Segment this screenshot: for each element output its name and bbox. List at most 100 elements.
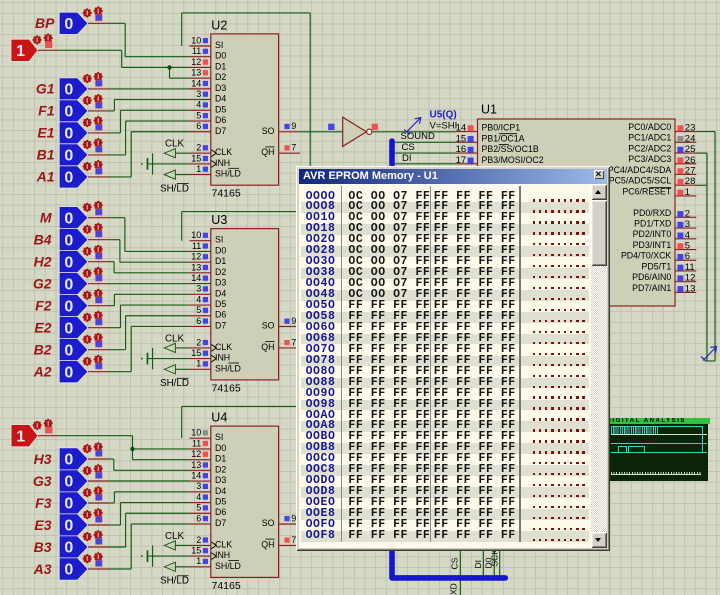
svg-text:U1: U1 bbox=[481, 103, 497, 117]
svg-text:24: 24 bbox=[685, 133, 696, 144]
svg-text:13: 13 bbox=[191, 460, 201, 470]
svg-text:3: 3 bbox=[685, 219, 690, 230]
svg-text:D5: D5 bbox=[215, 497, 226, 507]
svg-text:27: 27 bbox=[685, 165, 696, 176]
svg-text:6: 6 bbox=[196, 316, 201, 326]
svg-text:13: 13 bbox=[191, 68, 201, 78]
svg-text:H2: H2 bbox=[34, 254, 52, 270]
svg-text:0: 0 bbox=[64, 342, 73, 359]
svg-text:1: 1 bbox=[16, 43, 25, 60]
svg-text:25: 25 bbox=[685, 144, 696, 155]
svg-text:14: 14 bbox=[191, 78, 201, 88]
svg-text:B4: B4 bbox=[34, 232, 52, 248]
svg-text:0: 0 bbox=[64, 276, 73, 293]
svg-text:SH/LD: SH/LD bbox=[160, 576, 189, 587]
svg-text:3: 3 bbox=[196, 89, 201, 99]
svg-text:SH/LD: SH/LD bbox=[160, 183, 189, 194]
svg-text:QH: QH bbox=[261, 147, 274, 157]
svg-text:0: 0 bbox=[64, 562, 73, 579]
svg-text:0: 0 bbox=[64, 254, 73, 271]
svg-text:15: 15 bbox=[191, 546, 201, 556]
svg-text:PC3/ADC3: PC3/ADC3 bbox=[628, 154, 671, 164]
svg-text:PD6/AIN0: PD6/AIN0 bbox=[632, 272, 671, 282]
svg-text:0: 0 bbox=[64, 496, 73, 513]
svg-text:74165: 74165 bbox=[212, 188, 241, 200]
svg-text:3: 3 bbox=[196, 284, 201, 294]
svg-text:23: 23 bbox=[685, 123, 696, 134]
svg-text:M: M bbox=[40, 210, 52, 226]
svg-text:PB3/MOSI/OC2: PB3/MOSI/OC2 bbox=[482, 155, 544, 165]
svg-text:6: 6 bbox=[196, 513, 201, 523]
svg-text:15: 15 bbox=[191, 153, 201, 163]
svg-text:17: 17 bbox=[456, 155, 467, 166]
svg-text:12: 12 bbox=[191, 449, 201, 459]
svg-text:CS: CS bbox=[402, 142, 415, 153]
svg-text:6: 6 bbox=[196, 121, 201, 131]
svg-text:74165: 74165 bbox=[212, 382, 241, 394]
svg-text:12: 12 bbox=[685, 273, 696, 284]
svg-text:26: 26 bbox=[685, 155, 696, 166]
svg-text:0: 0 bbox=[64, 82, 73, 99]
svg-text:11: 11 bbox=[192, 438, 201, 448]
svg-text:1: 1 bbox=[16, 428, 25, 445]
svg-text:SOUND: SOUND bbox=[401, 131, 435, 142]
svg-text:F3: F3 bbox=[35, 495, 52, 511]
svg-text:A2: A2 bbox=[33, 364, 52, 380]
svg-text:D7: D7 bbox=[215, 126, 226, 136]
svg-text:D0: D0 bbox=[215, 443, 226, 453]
svg-text:D3: D3 bbox=[215, 278, 226, 288]
svg-text:PD3/INT1: PD3/INT1 bbox=[633, 240, 672, 250]
svg-text:2: 2 bbox=[196, 535, 201, 545]
svg-text:0: 0 bbox=[64, 170, 73, 187]
svg-text:0: 0 bbox=[64, 298, 73, 315]
svg-text:U2: U2 bbox=[211, 18, 227, 32]
svg-text:INH: INH bbox=[215, 158, 230, 168]
svg-text:DI: DI bbox=[473, 560, 483, 569]
svg-text:CLK: CLK bbox=[215, 539, 232, 549]
svg-text:14: 14 bbox=[191, 273, 201, 283]
svg-text:D4: D4 bbox=[215, 486, 226, 496]
svg-text:D5: D5 bbox=[215, 104, 226, 114]
svg-text:PD1/TXD: PD1/TXD bbox=[634, 218, 671, 228]
svg-text:E3: E3 bbox=[34, 517, 51, 533]
svg-text:9: 9 bbox=[291, 121, 296, 131]
svg-text:SO: SO bbox=[262, 321, 275, 331]
svg-text:D5: D5 bbox=[215, 299, 226, 309]
svg-text:11: 11 bbox=[192, 46, 201, 56]
svg-text:0: 0 bbox=[64, 210, 73, 227]
svg-text:PC1/ADC1: PC1/ADC1 bbox=[628, 133, 671, 143]
svg-text:F1: F1 bbox=[38, 103, 55, 119]
svg-text:13: 13 bbox=[685, 283, 696, 294]
svg-text:B2: B2 bbox=[34, 342, 52, 358]
svg-text:D3: D3 bbox=[215, 475, 226, 485]
svg-text:G3: G3 bbox=[33, 473, 52, 489]
svg-text:U4: U4 bbox=[211, 411, 227, 425]
svg-text:D4: D4 bbox=[215, 288, 226, 298]
svg-text:2: 2 bbox=[196, 143, 201, 153]
svg-text:12: 12 bbox=[191, 252, 201, 262]
svg-text:13: 13 bbox=[191, 262, 201, 272]
svg-text:0: 0 bbox=[64, 232, 73, 249]
svg-text:D0: D0 bbox=[215, 245, 226, 255]
svg-text:D6: D6 bbox=[215, 310, 226, 320]
svg-text:10: 10 bbox=[191, 230, 201, 240]
svg-text:3: 3 bbox=[196, 481, 201, 491]
svg-text:PC0/ADC0: PC0/ADC0 bbox=[628, 122, 671, 132]
svg-text:SH/LD: SH/LD bbox=[160, 378, 189, 389]
svg-text:0: 0 bbox=[64, 540, 73, 557]
svg-text:CS: CS bbox=[450, 557, 460, 569]
svg-text:D4: D4 bbox=[215, 94, 226, 104]
svg-text:PD5/T1: PD5/T1 bbox=[641, 261, 671, 271]
svg-text:XD: XD bbox=[449, 583, 459, 595]
svg-text:U3: U3 bbox=[211, 213, 227, 227]
svg-text:2: 2 bbox=[685, 208, 690, 219]
svg-text:14: 14 bbox=[456, 123, 467, 134]
svg-text:1: 1 bbox=[196, 556, 201, 566]
svg-text:D1: D1 bbox=[215, 61, 226, 71]
svg-text:D2: D2 bbox=[215, 72, 226, 82]
svg-text:A1: A1 bbox=[36, 169, 55, 185]
svg-text:1: 1 bbox=[685, 187, 690, 198]
svg-text:28: 28 bbox=[685, 176, 696, 187]
svg-text:0: 0 bbox=[64, 474, 73, 491]
svg-text:5: 5 bbox=[196, 503, 201, 513]
